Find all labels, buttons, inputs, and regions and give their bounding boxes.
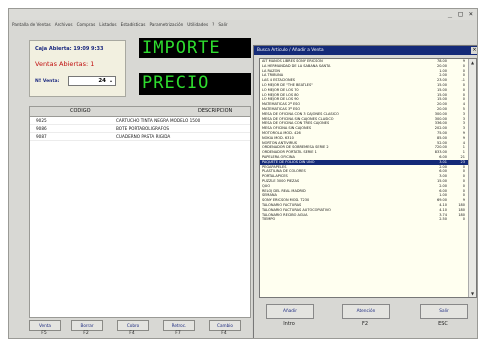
menu-item[interactable]: ? bbox=[212, 20, 214, 30]
scroll-down-icon[interactable]: ▼ bbox=[469, 290, 476, 297]
menu-item[interactable]: Estadísticas bbox=[121, 20, 146, 30]
caja-status: Caja Abierta: 19:09 9:33 bbox=[35, 46, 104, 52]
sale-lines-table: CODIGO DESCRIPCION 9025 CARTUCHO TINTA N… bbox=[29, 106, 251, 318]
menu-item[interactable]: Utilidades bbox=[187, 20, 208, 30]
venta-key: F5 bbox=[41, 331, 47, 336]
sale-number-field[interactable]: 24 ▴ bbox=[68, 76, 116, 86]
table-row[interactable]: 9087 CUADERNO PASTA RIGIDA bbox=[30, 133, 250, 141]
row-descripcion: BOTE PORTABOLIGRAFOS bbox=[116, 126, 170, 131]
add-button-key: Intro bbox=[283, 321, 295, 327]
open-sales-count: Ventas Abiertas: 1 bbox=[35, 60, 95, 68]
sale-info-panel: Caja Abierta: 19:09 9:33 Ventas Abiertas… bbox=[29, 40, 126, 97]
scroll-up-icon[interactable]: ▲ bbox=[469, 59, 476, 66]
menu-item[interactable]: Compras bbox=[77, 20, 96, 30]
borrar-key: F2 bbox=[83, 331, 89, 336]
menu-item[interactable]: Listados bbox=[99, 20, 116, 30]
article-search-dialog: Busca Articulo / Añadir a Venta × AIT MA… bbox=[253, 45, 477, 338]
add-button[interactable]: Añadir bbox=[266, 304, 314, 319]
atencion-button-key: F2 bbox=[361, 321, 369, 327]
cobro-key: F4 bbox=[129, 331, 135, 336]
venta-button[interactable]: Venta bbox=[29, 320, 61, 331]
amount-display: IMPORTE bbox=[139, 38, 251, 58]
close-icon[interactable]: × bbox=[471, 47, 477, 54]
row-descripcion: CUADERNO PASTA RIGIDA bbox=[116, 134, 171, 139]
menu-item[interactable]: Archivos bbox=[55, 20, 73, 30]
menu-item[interactable]: Parametrización bbox=[149, 20, 183, 30]
price-display: PRECIO bbox=[139, 73, 251, 95]
window-controls[interactable]: _ □ × bbox=[448, 10, 474, 18]
header-descripcion[interactable]: DESCRIPCION bbox=[198, 107, 232, 116]
atencion-button[interactable]: Atención bbox=[342, 304, 390, 319]
article-rows: AIT MANOS LIBRES SONY ERICSON 78.00 9 LA HE… bbox=[260, 59, 476, 222]
row-descripcion: CARTUCHO TINTA NEGRA MODELO 1500 bbox=[116, 118, 201, 123]
list-scrollbar[interactable]: ▲ ▼ bbox=[468, 59, 476, 297]
article-name: TIEMPO bbox=[262, 217, 276, 222]
sale-number-label: Nº Venta: bbox=[35, 79, 60, 84]
table-row[interactable]: 9086 BOTE PORTABOLIGRAFOS bbox=[30, 125, 250, 133]
exit-button[interactable]: Salir bbox=[420, 304, 468, 319]
menu-item[interactable]: Salir bbox=[218, 20, 227, 30]
menu-item[interactable]: Pantalla de Ventas bbox=[12, 20, 51, 30]
borrar-button[interactable]: Borrar bbox=[71, 320, 103, 331]
article-list[interactable]: AIT MANOS LIBRES SONY ERICSON 78.00 9 LA HE… bbox=[259, 58, 477, 298]
row-codigo: 9087 bbox=[36, 134, 47, 139]
article-price: 2.50 bbox=[439, 217, 447, 222]
cobro-button[interactable]: Cobro bbox=[117, 320, 149, 331]
exit-button-key: ESC bbox=[438, 321, 448, 327]
cambio-button[interactable]: Cambio bbox=[209, 320, 241, 331]
article-row[interactable]: TIEMPO 2.50 0 bbox=[260, 217, 476, 222]
cambio-key: F4 bbox=[221, 331, 227, 336]
menu-bar: Pantalla de Ventas Archivos Compras List… bbox=[9, 20, 477, 30]
retroc-key: F7 bbox=[175, 331, 181, 336]
table-header: CODIGO DESCRIPCION bbox=[30, 107, 250, 117]
header-codigo[interactable]: CODIGO bbox=[70, 107, 91, 116]
table-row[interactable]: 9025 CARTUCHO TINTA NEGRA MODELO 1500 bbox=[30, 117, 250, 125]
row-codigo: 9025 bbox=[36, 118, 47, 123]
sale-number-value: 24 bbox=[98, 78, 106, 84]
pos-window: _ □ × Pantalla de Ventas Archivos Compra… bbox=[8, 8, 478, 339]
spinner-icon[interactable]: ▴ bbox=[108, 78, 114, 84]
row-codigo: 9086 bbox=[36, 126, 47, 131]
dialog-title: Busca Articulo / Añadir a Venta bbox=[254, 46, 477, 55]
article-stock: 0 bbox=[462, 217, 465, 222]
title-bar: _ □ × bbox=[9, 9, 477, 20]
retroc-button[interactable]: Retroc. bbox=[163, 320, 195, 331]
